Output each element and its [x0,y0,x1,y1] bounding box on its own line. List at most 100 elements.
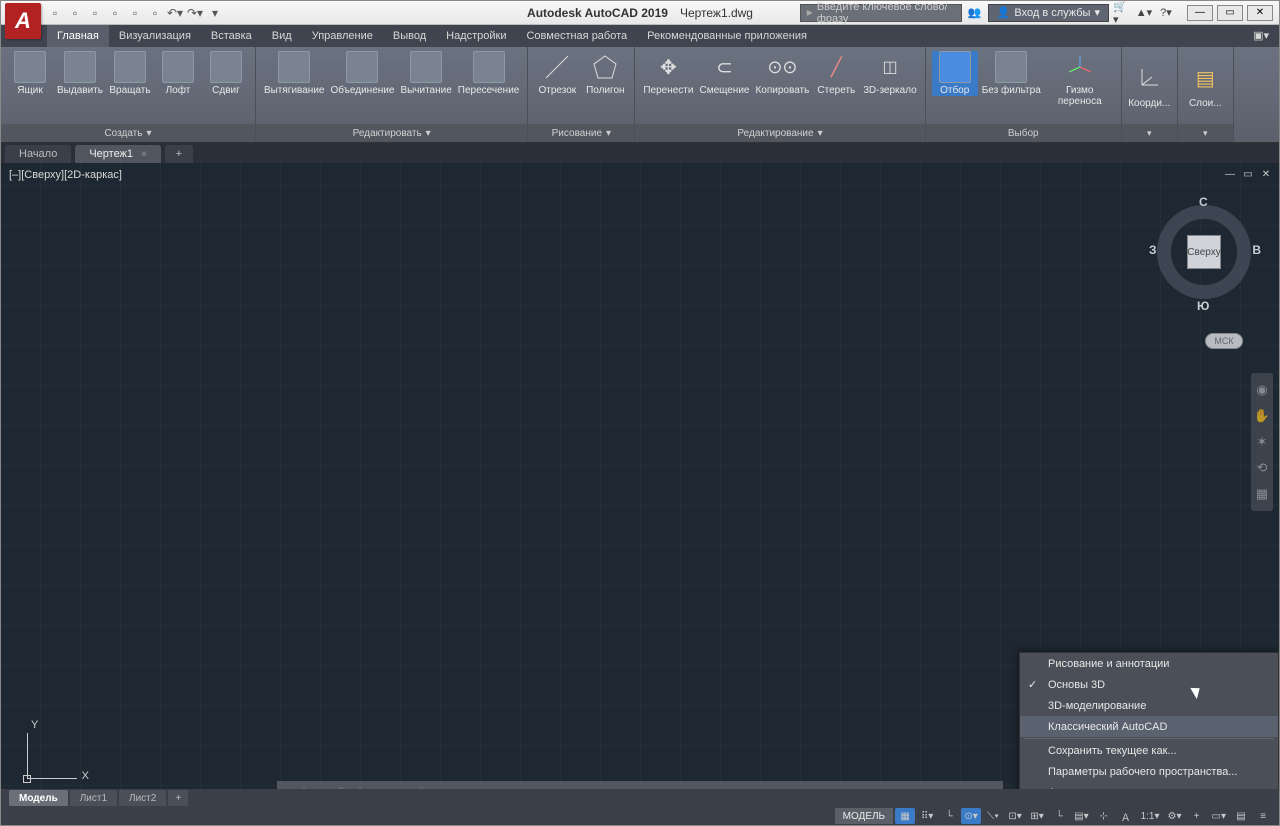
tool-3dmirror[interactable]: ◫3D-зеркало [861,51,918,96]
tab-drawing1[interactable]: Чертеж1× [75,145,161,163]
help-icon[interactable]: ?▾ [1157,4,1175,22]
close-icon[interactable]: × [141,149,147,160]
close-button[interactable]: ✕ [1247,5,1273,21]
layout-sheet2[interactable]: Лист2 [119,790,166,806]
file-tabs: Начало Чертеж1× + [1,143,1279,163]
sb-workspace-icon[interactable]: ⚙▾ [1165,808,1185,824]
tool-move[interactable]: ✥Перенести [641,51,695,96]
tool-polygon[interactable]: Полигон [582,51,628,96]
infocenter-icon[interactable]: 👥 [966,4,984,22]
viewcube-face[interactable]: Сверху [1187,235,1221,269]
sb-annotation-icon[interactable]: Ａ [1116,808,1136,824]
app-logo[interactable]: A [5,3,41,39]
zoom-icon[interactable]: ✶ [1251,429,1273,455]
tool-loft[interactable]: Лофт [155,51,201,96]
viewcube[interactable]: Сверху С Ю В З [1149,197,1259,307]
app-title: Autodesk AutoCAD 2019 [527,6,668,20]
tab-start[interactable]: Начало [5,145,71,163]
sb-model-button[interactable]: МОДЕЛЬ [835,808,893,824]
layout-add[interactable]: + [168,790,188,806]
tab-output[interactable]: Вывод [383,25,436,47]
ribbon: Ящик Выдавить Вращать Лофт Сдвиг Создать… [1,47,1279,143]
tab-addins[interactable]: Надстройки [436,25,516,47]
sb-osnap-icon[interactable]: ⊡▾ [1005,808,1025,824]
sb-snap-icon[interactable]: ⠿▾ [917,808,937,824]
viewport-minimize-icon[interactable]: — [1223,169,1237,183]
sb-selectionfilter-icon[interactable]: ▤▾ [1071,808,1091,824]
saveas-icon[interactable]: ▫ [107,5,123,21]
tab-collaborate[interactable]: Совместная работа [516,25,637,47]
wcs-badge[interactable]: МСК [1205,333,1243,349]
sb-quickprops-icon[interactable]: ▤ [1231,808,1251,824]
tool-extrude[interactable]: Выдавить [55,51,105,96]
sb-isodraft-icon[interactable]: ⟍▾ [983,808,1003,824]
ctx-3dbasics[interactable]: Основы 3D [1020,674,1278,695]
fullnav-icon[interactable]: ◉ [1251,377,1273,403]
sb-customize-icon[interactable]: ≡ [1253,808,1273,824]
tool-offset[interactable]: ⊂Смещение [697,51,751,96]
tool-union[interactable]: Объединение [328,51,396,96]
ucs-icon[interactable] [15,729,85,789]
tab-manage[interactable]: Управление [302,25,383,47]
tab-expand[interactable]: ▣▾ [1243,25,1279,47]
sb-units-icon[interactable]: ▭▾ [1209,808,1229,824]
tool-nofilter[interactable]: Без фильтра [980,51,1043,96]
pan-icon[interactable]: ✋ [1251,403,1273,429]
tab-insert[interactable]: Вставка [201,25,262,47]
search-input[interactable]: Введите ключевое слово/фразу [800,4,962,22]
open-icon[interactable]: ▫ [67,5,83,21]
viewport-label[interactable]: [–][Сверху][2D-каркас] [9,169,122,181]
tool-revolve[interactable]: Вращать [107,51,153,96]
ctx-settings[interactable]: Параметры рабочего пространства... [1020,761,1278,782]
tool-subtract[interactable]: Вычитание [398,51,453,96]
maximize-button[interactable]: ▭ [1217,5,1243,21]
viewport-close-icon[interactable]: ✕ [1259,169,1273,183]
undo-icon[interactable]: ↶▾ [167,5,183,21]
tab-visualize[interactable]: Визуализация [109,25,201,47]
tool-gizmo[interactable]: Гизмо переноса [1045,51,1115,107]
tab-featured[interactable]: Рекомендованные приложения [637,25,817,47]
exchange-icon[interactable]: 🛒▾ [1113,4,1131,22]
sb-dynamicucs-icon[interactable]: └ [1049,808,1069,824]
new-tab-button[interactable]: + [165,145,193,163]
plot-icon[interactable]: ▫ [147,5,163,21]
sb-polar-icon[interactable]: ⊙▾ [961,808,981,824]
drawing-area[interactable]: [–][Сверху][2D-каркас] — ▭ ✕ Сверху С Ю … [1,163,1279,825]
layout-model[interactable]: Модель [9,790,68,806]
new-icon[interactable]: ▫ [47,5,63,21]
tool-intersect[interactable]: Пересечение [456,51,522,96]
tool-culling[interactable]: Отбор [932,51,978,96]
tab-home[interactable]: Главная [47,25,109,47]
sb-ortho-icon[interactable]: └ [939,808,959,824]
minimize-button[interactable]: — [1187,5,1213,21]
sb-3dosnap-icon[interactable]: ⊞▾ [1027,808,1047,824]
showmotion-icon[interactable]: ▦ [1251,481,1273,507]
ctx-drafting[interactable]: Рисование и аннотации [1020,653,1278,674]
ctx-classic[interactable]: Классический AutoCAD [1020,716,1278,737]
orbit-icon[interactable]: ⟲ [1251,455,1273,481]
redo-icon[interactable]: ↷▾ [187,5,203,21]
panel-selection: Отбор Без фильтра Гизмо переноса Выбор [926,47,1122,142]
panel-layers[interactable]: ▤ Слои... ▾ [1178,47,1234,142]
panel-coordinates[interactable]: Коорди... ▾ [1122,47,1178,142]
tool-line[interactable]: Отрезок [534,51,580,96]
a360-icon[interactable]: ▲▾ [1135,4,1153,22]
sb-gizmo-icon[interactable]: ⊹ [1094,808,1114,824]
sb-grid-icon[interactable]: ▦ [895,808,915,824]
tool-box[interactable]: Ящик [7,51,53,96]
ctx-3dmodeling[interactable]: 3D-моделирование [1020,695,1278,716]
tool-erase[interactable]: ╱Стереть [813,51,859,96]
save-icon[interactable]: ▫ [87,5,103,21]
ctx-saveas[interactable]: Сохранить текущее как... [1020,740,1278,761]
tool-sweep[interactable]: Сдвиг [203,51,249,96]
sb-annomonitor-icon[interactable]: + [1187,808,1207,824]
signin-button[interactable]: 👤Вход в службы▾ [988,4,1109,22]
tab-view[interactable]: Вид [262,25,302,47]
sb-scale-button[interactable]: 1:1▾ [1138,808,1163,824]
tool-copy[interactable]: ⊙⊙Копировать [753,51,811,96]
web-icon[interactable]: ▫ [127,5,143,21]
tool-presspull[interactable]: Вытягивание [262,51,327,96]
viewport-maximize-icon[interactable]: ▭ [1241,169,1255,183]
layout-sheet1[interactable]: Лист1 [70,790,117,806]
qat-dropdown-icon[interactable]: ▾ [207,5,223,21]
